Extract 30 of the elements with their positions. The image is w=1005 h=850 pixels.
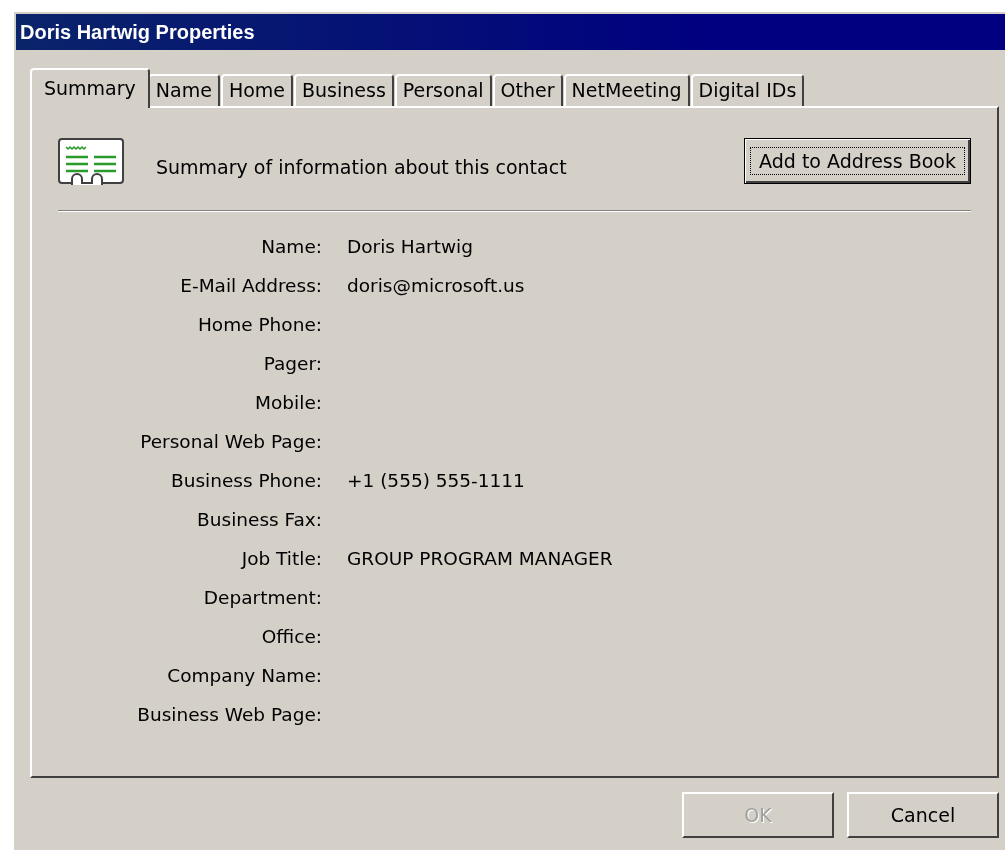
tab[interactable]: Personal (394, 74, 492, 106)
field-label: Name: (260, 235, 322, 259)
field-label: Department: (202, 586, 322, 610)
window-title: Doris Hartwig Properties (16, 14, 1005, 50)
tab[interactable]: Business (294, 74, 394, 106)
field-label: Office: (260, 625, 322, 649)
tab[interactable]: Name (147, 74, 220, 106)
field-value: doris@microsoft.us (347, 274, 526, 298)
header-text: Summary of information about this contact (156, 156, 568, 178)
field-label: Home Phone: (196, 313, 322, 337)
tab[interactable]: Digital IDs (690, 74, 805, 106)
field-label: Mobile: (254, 391, 322, 415)
field-label: Business Phone: (170, 469, 322, 493)
field-value: Doris Hartwig (347, 235, 474, 259)
field-label: Personal Web Page: (139, 430, 322, 454)
field-value: +1 (555) 555-1111 (347, 469, 526, 493)
tab[interactable]: Other (492, 74, 563, 106)
tab[interactable]: Summary (30, 68, 150, 108)
field-label: Job Title: (239, 547, 322, 571)
address-card-icon (58, 138, 126, 188)
field-label: E-Mail Address: (179, 274, 322, 298)
tab[interactable]: NetMeeting (563, 74, 690, 106)
dialog-button[interactable]: Cancel (847, 792, 999, 838)
field-label: Business Web Page: (136, 703, 322, 727)
field-value: GROUP PROGRAM MANAGER (347, 547, 614, 571)
add-to-address-book-button[interactable]: Add to Address Book (744, 138, 971, 184)
field-label: Business Fax: (196, 508, 322, 532)
tab[interactable]: Home (220, 74, 293, 106)
field-label: Pager: (262, 352, 322, 376)
field-label: Company Name: (166, 664, 322, 688)
